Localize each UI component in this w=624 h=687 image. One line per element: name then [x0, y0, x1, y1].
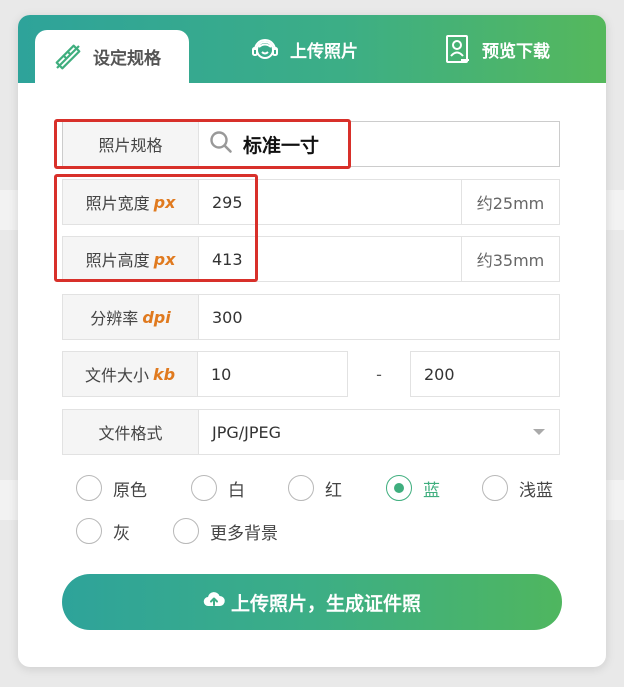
upload-generate-label: 上传照片，生成证件照	[230, 592, 421, 615]
file-format-select[interactable]: JPG/JPEG	[199, 410, 559, 454]
photo-spec-label: 照片规格	[63, 122, 199, 166]
photo-height-label-text: 照片高度	[85, 251, 150, 270]
resolution-field[interactable]: 分辨率 dpi 300	[62, 294, 560, 340]
photo-width-label-text: 照片宽度	[85, 194, 150, 213]
bg-option-original[interactable]: 原色	[76, 475, 147, 501]
photo-width-input[interactable]: 295	[199, 180, 461, 224]
file-size-field: 文件大小 kb 10 - 200	[62, 351, 560, 397]
headset-avatar-icon	[250, 34, 280, 64]
bg-option-label: 红	[325, 480, 342, 501]
ruler-pencil-icon	[53, 42, 83, 72]
bg-option-more[interactable]: 更多背景	[173, 518, 278, 544]
resolution-input[interactable]: 300	[199, 295, 559, 339]
radio-circle[interactable]	[76, 518, 102, 544]
tab-upload-photo-label: 上传照片	[290, 41, 358, 62]
file-size-label-text: 文件大小	[84, 366, 149, 385]
photo-spec-field[interactable]: 照片规格 标准一寸	[62, 121, 560, 167]
photo-height-label: 照片高度 px	[63, 237, 199, 281]
bg-option-label: 蓝	[423, 480, 440, 501]
file-format-label: 文件格式	[63, 410, 199, 454]
bg-option-gray[interactable]: 灰	[76, 518, 130, 544]
bg-option-light-blue[interactable]: 浅蓝	[482, 475, 553, 501]
photo-width-label: 照片宽度 px	[63, 180, 199, 224]
search-icon	[209, 130, 233, 159]
tab-set-spec-label: 设定规格	[93, 49, 161, 69]
upload-generate-button[interactable]: 上传照片，生成证件照	[62, 574, 562, 630]
photo-width-unit: px	[153, 192, 176, 212]
bg-option-label: 灰	[113, 523, 130, 544]
bg-option-label: 更多背景	[210, 523, 278, 544]
cloud-upload-icon	[203, 591, 225, 614]
photo-height-field[interactable]: 照片高度 px 413 约35mm	[62, 236, 560, 282]
file-size-separator: -	[376, 364, 382, 384]
photo-spec-text: 标准一寸	[243, 134, 320, 157]
file-format-label-text: 文件格式	[98, 424, 163, 443]
photo-width-field[interactable]: 照片宽度 px 295 约25mm	[62, 179, 560, 225]
file-format-value: JPG/JPEG	[212, 422, 282, 442]
tab-set-spec[interactable]: 设定规格	[35, 30, 189, 83]
file-format-field[interactable]: 文件格式 JPG/JPEG	[62, 409, 560, 455]
photo-height-mm: 约35mm	[461, 237, 559, 281]
photo-height-unit: px	[153, 249, 176, 269]
file-size-min-input[interactable]: 10	[198, 351, 348, 397]
radio-circle[interactable]	[191, 475, 217, 501]
bg-option-white[interactable]: 白	[191, 475, 245, 501]
bg-option-red[interactable]: 红	[288, 475, 342, 501]
step-tabs: 设定规格 上传照片 预览下载	[18, 15, 606, 83]
photo-spec-value[interactable]: 标准一寸	[199, 122, 559, 166]
radio-circle[interactable]	[386, 475, 412, 501]
bg-option-label: 原色	[113, 480, 147, 501]
bg-option-label: 浅蓝	[519, 480, 553, 501]
file-size-label: 文件大小 kb	[62, 351, 198, 397]
radio-circle[interactable]	[173, 518, 199, 544]
id-photo-icon	[444, 34, 472, 64]
resolution-label: 分辨率 dpi	[63, 295, 199, 339]
file-size-max-input[interactable]: 200	[410, 351, 560, 397]
resolution-unit: dpi	[142, 307, 171, 327]
tab-preview-download[interactable]: 预览下载	[444, 15, 550, 83]
radio-circle[interactable]	[288, 475, 314, 501]
photo-spec-label-text: 照片规格	[98, 136, 163, 155]
photo-width-mm: 约25mm	[461, 180, 559, 224]
radio-circle[interactable]	[482, 475, 508, 501]
bg-option-label: 白	[228, 480, 245, 501]
file-size-unit: kb	[152, 364, 176, 384]
bg-option-blue[interactable]: 蓝	[386, 475, 440, 501]
tab-preview-download-label: 预览下载	[482, 41, 550, 62]
photo-height-input[interactable]: 413	[199, 237, 461, 281]
tab-upload-photo[interactable]: 上传照片	[250, 15, 358, 83]
photo-spec-card: 设定规格 上传照片 预览下载 照片规格 标准一寸 照片宽度 px 295 约25…	[18, 15, 606, 667]
radio-circle[interactable]	[76, 475, 102, 501]
resolution-label-text: 分辨率	[90, 309, 139, 328]
caret-down-icon	[533, 429, 545, 435]
